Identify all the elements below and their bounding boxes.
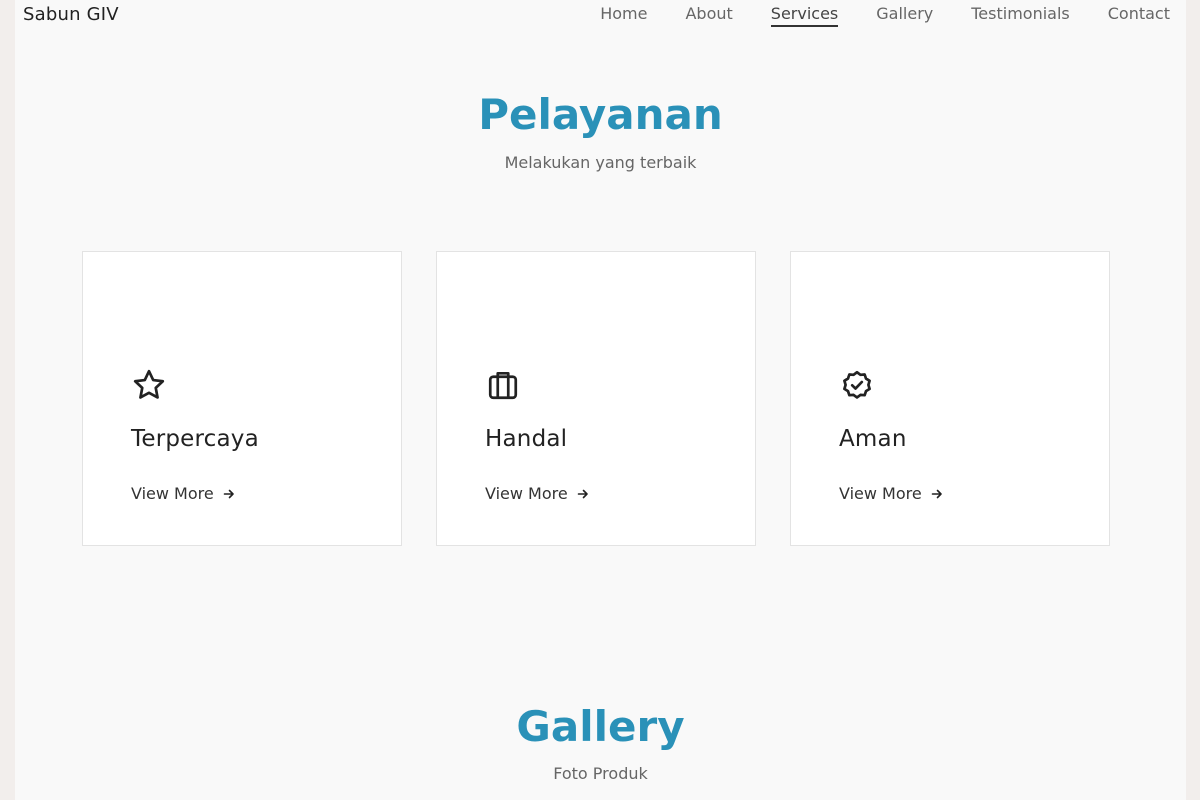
page: Sabun GIV Home About Services Gallery Te… <box>15 0 1186 800</box>
view-more-label: View More <box>839 484 922 503</box>
view-more-link[interactable]: View More <box>131 484 235 503</box>
navbar: Sabun GIV Home About Services Gallery Te… <box>15 0 1186 30</box>
service-card-title: Aman <box>839 426 907 452</box>
nav-links: Home About Services Gallery Testimonials… <box>600 4 1170 27</box>
service-card-title: Handal <box>485 426 568 452</box>
arrow-right-icon <box>223 489 234 498</box>
nav-link-testimonials[interactable]: Testimonials <box>971 4 1070 27</box>
view-more-label: View More <box>485 484 568 503</box>
gallery-title: Gallery <box>516 702 685 751</box>
service-card-terpercaya: Terpercaya View More <box>82 251 402 546</box>
nav-link-gallery[interactable]: Gallery <box>876 4 933 27</box>
service-card-handal: Handal View More <box>436 251 756 546</box>
arrow-right-icon <box>931 489 942 498</box>
arrow-right-icon <box>577 489 588 498</box>
star-icon <box>133 369 165 399</box>
nav-link-home[interactable]: Home <box>600 4 647 27</box>
nav-link-about[interactable]: About <box>685 4 732 27</box>
view-more-link[interactable]: View More <box>485 484 589 503</box>
service-card-title: Terpercaya <box>131 426 259 452</box>
services-subtitle: Melakukan yang terbaik <box>504 153 697 172</box>
brand-logo[interactable]: Sabun GIV <box>23 4 119 25</box>
badge-check-icon <box>843 370 871 399</box>
nav-link-services[interactable]: Services <box>770 4 839 27</box>
view-more-link[interactable]: View More <box>839 484 943 503</box>
briefcase-icon <box>488 371 518 400</box>
gallery-subtitle: Foto Produk <box>553 764 648 783</box>
nav-link-contact[interactable]: Contact <box>1108 4 1170 27</box>
view-more-label: View More <box>131 484 214 503</box>
service-card-aman: Aman View More <box>790 251 1110 546</box>
services-title: Pelayanan <box>478 90 723 139</box>
